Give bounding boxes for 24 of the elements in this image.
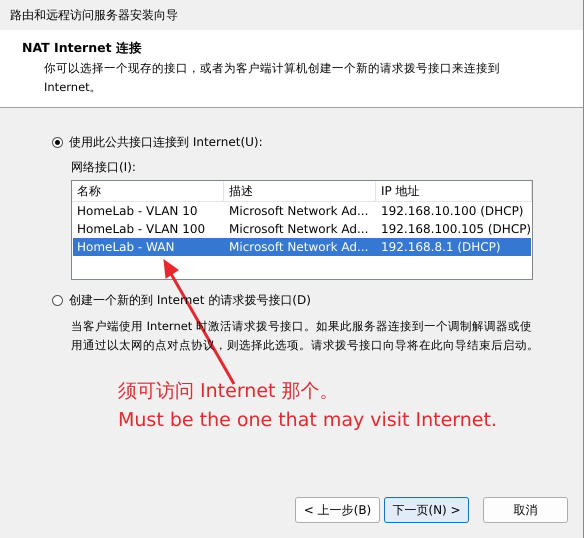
table-cell-text: HomeLab - WAN <box>76 239 176 256</box>
wizard-button[interactable]: < 上一步(B) <box>295 497 380 523</box>
column-header[interactable]: 描述 <box>224 181 376 201</box>
table-cell-text: 192.168.100.105 (DHCP) <box>380 221 532 238</box>
annotation-text: Must be the one that may visit Internet. <box>118 408 498 433</box>
wizard-button[interactable]: 下一页(N) > <box>384 497 469 523</box>
page-description: 你可以选择一个现存的接口，或者为客户端计算机创建一个新的请求拨号接口来连接到 Internet。 <box>43 60 501 96</box>
table-cell-text: 192.168.10.100 (DHCP) <box>380 203 524 220</box>
option-label[interactable]: 使用此公共接口连接到 Internet(U): <box>69 134 263 151</box>
column-header[interactable]: IP 地址 <box>376 181 532 201</box>
wizard-button[interactable]: 取消 <box>483 497 568 523</box>
table-cell-text: Microsoft Network Ad... <box>228 239 370 256</box>
table-cell-text: Microsoft Network Ad... <box>228 221 370 238</box>
table-cell-text: HomeLab - VLAN 10 <box>76 203 198 220</box>
annotation-text: 须可访问 Internet 那个。 <box>118 379 340 404</box>
list-row[interactable]: HomeLab - VLAN 100 Microsoft Network Ad... 192.168.100.105 (DHCP) <box>73 220 531 238</box>
page-title: NAT Internet 连接 <box>22 40 143 57</box>
list-label: 网络接口(I): <box>71 159 137 176</box>
column-header[interactable]: 名称 <box>72 181 224 201</box>
table-cell-text: Microsoft Network Ad... <box>228 203 370 220</box>
table-cell-text: HomeLab - VLAN 100 <box>76 221 206 238</box>
list-row[interactable]: HomeLab - WAN Microsoft Network Ad... 192.168.8.1 (DHCP) <box>73 238 531 256</box>
table-cell-text: 192.168.8.1 (DHCP) <box>380 239 502 256</box>
list-row[interactable]: HomeLab - VLAN 10 Microsoft Network Ad... 192.168.10.100 (DHCP) <box>73 202 531 220</box>
